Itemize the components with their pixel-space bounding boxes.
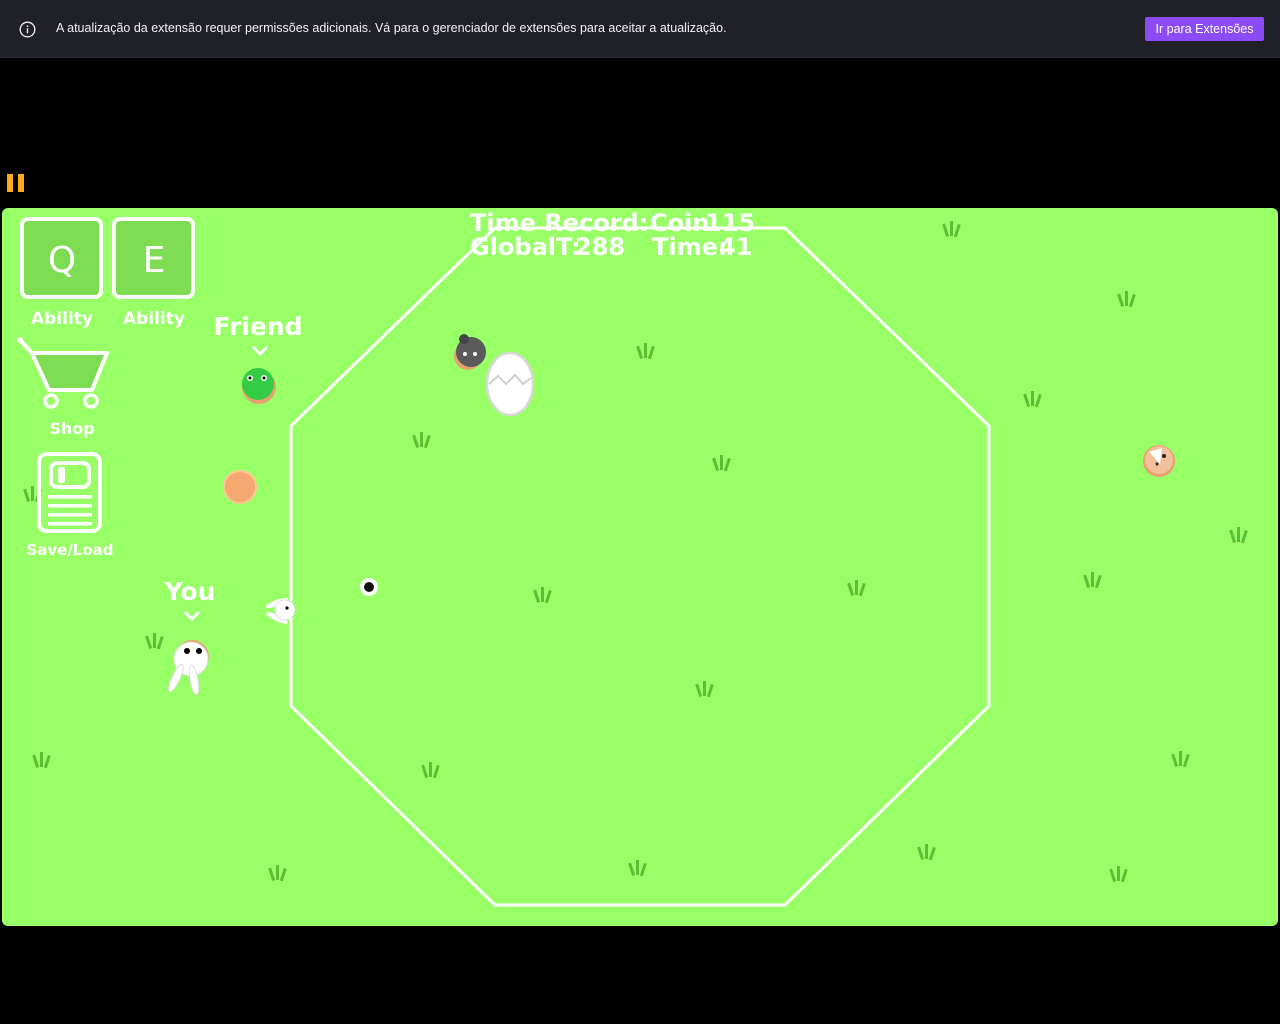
ability-q-key: Q — [48, 240, 76, 281]
you-indicator: You — [164, 577, 216, 622]
global-time-label: GlobalT: — [470, 233, 581, 261]
global-time-value: 288 — [575, 233, 625, 261]
game-canvas[interactable]: Time Record: Coin: 115 GlobalT: 288 Time… — [2, 208, 1278, 926]
notification-message: A atualização da extensão requer permiss… — [56, 21, 727, 35]
ability-q-label: Ability — [31, 309, 93, 329]
ball-projectile — [360, 578, 378, 596]
friend-indicator: Friend — [213, 312, 303, 357]
cat-enemy — [1143, 445, 1175, 477]
friend-label: Friend — [213, 312, 302, 341]
ability-q-button[interactable]: Q Ability — [20, 217, 103, 329]
friend-character — [242, 368, 276, 404]
go-to-extensions-button[interactable]: Ir para Extensões — [1145, 17, 1264, 41]
time-value: 41 — [719, 233, 752, 261]
game-stage[interactable]: Time Record: Coin: 115 GlobalT: 288 Time… — [2, 208, 1278, 926]
pause-icon[interactable] — [7, 174, 25, 192]
extension-update-notification: A atualização da extensão requer permiss… — [0, 0, 1280, 58]
egg-item — [485, 351, 535, 417]
ability-e-label: Ability — [123, 309, 185, 329]
arena-boundary — [289, 226, 991, 907]
grass-decoration — [23, 221, 1248, 883]
mouse-enemy — [454, 334, 486, 370]
ability-e-button[interactable]: E Ability — [112, 217, 195, 329]
save-file-icon — [37, 452, 102, 533]
shop-button[interactable]: Shop — [17, 337, 109, 438]
ability-e-key: E — [143, 240, 166, 281]
save-load-label: Save/Load — [26, 541, 113, 559]
save-load-button[interactable]: Save/Load — [26, 452, 114, 559]
shop-label: Shop — [49, 419, 94, 438]
you-label: You — [164, 577, 216, 606]
shopping-cart-icon — [17, 337, 109, 409]
player-character — [168, 640, 209, 696]
coin — [223, 470, 257, 504]
time-label: Time: — [652, 233, 727, 261]
info-icon — [19, 21, 36, 38]
hud: Time Record: Coin: 115 GlobalT: 288 Time… — [470, 209, 755, 261]
